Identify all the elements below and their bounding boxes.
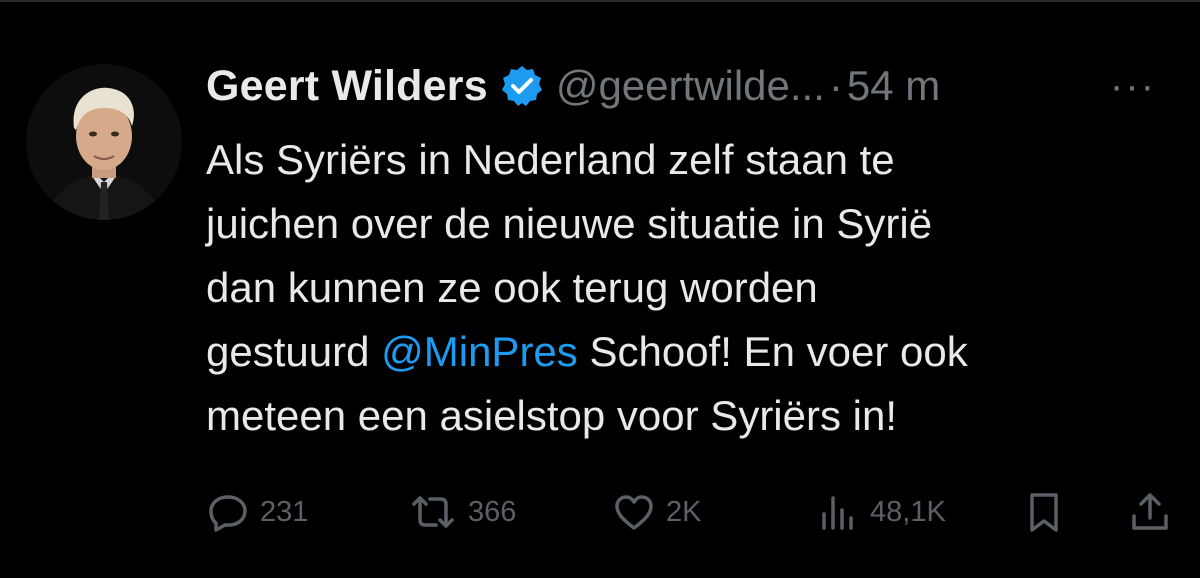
author-name[interactable]: Geert Wilders — [206, 62, 488, 111]
more-options-button[interactable]: ··· — [1110, 66, 1156, 106]
profile-photo-icon — [26, 64, 182, 220]
heart-icon — [615, 495, 653, 530]
tweet-text-line: meteen een asielstop voor Syriërs in! — [206, 392, 898, 439]
tweet-header: Geert Wilders @geertwilde... · 54 m ··· — [206, 58, 1186, 114]
share-icon — [1132, 493, 1168, 530]
tweet-text-line: gestuurd @MinPres Schoof! En voer ook — [206, 320, 1166, 384]
author-handle[interactable]: @geertwilde... — [556, 62, 825, 110]
share-button[interactable] — [1128, 490, 1172, 534]
tweet-text-segment: gestuurd — [206, 328, 382, 375]
tweet-actions: 231 366 2K 48,1K — [206, 490, 1176, 534]
header-separator: · — [828, 62, 843, 109]
tweet-timestamp[interactable]: 54 m — [847, 62, 940, 110]
avatar[interactable] — [26, 64, 182, 220]
like-count: 2K — [666, 495, 702, 528]
like-button[interactable]: 2K — [612, 490, 701, 534]
repost-icon — [412, 496, 454, 528]
repost-button[interactable]: 366 — [408, 490, 516, 534]
views-chart-icon — [822, 496, 853, 530]
tweet-text-line: dan kunnen ze ook terug worden — [206, 264, 818, 311]
tweet-text: Als Syriërs in Nederland zelf staan te j… — [206, 128, 1166, 448]
tweet-card: Geert Wilders @geertwilde... · 54 m ··· … — [0, 0, 1200, 578]
bookmark-button[interactable] — [1022, 490, 1066, 534]
tweet-text-segment: Schoof! En voer ook — [577, 328, 968, 375]
bookmark-icon — [1030, 493, 1058, 532]
mention-link[interactable]: @MinPres — [381, 328, 578, 375]
reply-count: 231 — [260, 495, 309, 528]
reply-button[interactable]: 231 — [206, 490, 308, 534]
views-count: 48,1K — [870, 495, 946, 528]
reply-icon — [209, 495, 247, 532]
tweet-text-line: Als Syriërs in Nederland zelf staan te — [206, 136, 895, 183]
repost-count: 366 — [468, 495, 517, 528]
tweet-text-line: juichen over de nieuwe situatie in Syrië — [206, 200, 933, 247]
views-button[interactable]: 48,1K — [816, 490, 946, 534]
verified-badge-icon — [501, 66, 542, 106]
